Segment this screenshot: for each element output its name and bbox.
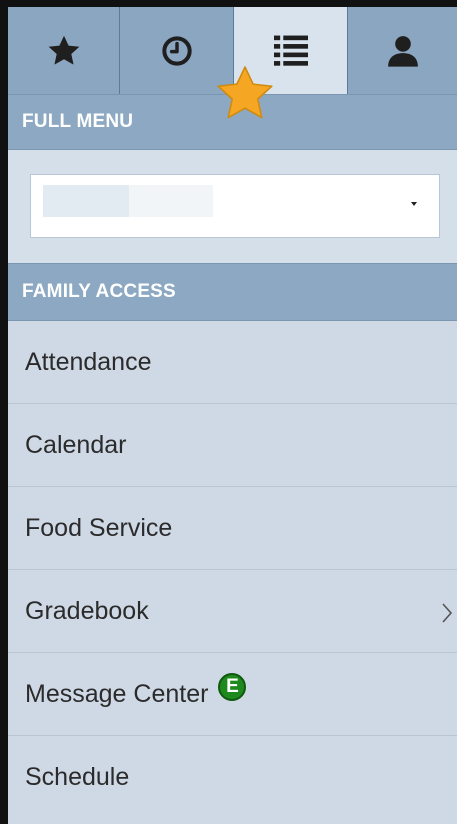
family-access-header-label: FAMILY ACCESS xyxy=(22,281,176,302)
star-icon xyxy=(48,35,79,65)
menu-item-food-service[interactable]: Food Service xyxy=(8,487,457,570)
full-menu-header-label: FULL MENU xyxy=(22,111,134,132)
tab-favorites[interactable] xyxy=(8,7,120,94)
notification-badge: E xyxy=(218,673,247,701)
menu-item-label: Calendar xyxy=(25,430,127,459)
navigation-panel: FULL MENU FAMILY ACCESS Attendance Calen… xyxy=(0,0,457,824)
student-select-area xyxy=(8,150,457,263)
menu-item-schedule[interactable]: Schedule xyxy=(8,736,457,819)
window-edge-top xyxy=(0,0,457,7)
menu-item-label: Gradebook xyxy=(25,596,149,625)
family-access-header: FAMILY ACCESS xyxy=(8,263,457,321)
menu-item-label: Food Service xyxy=(25,513,173,542)
user-icon xyxy=(387,35,418,67)
menu-item-label: Message Center xyxy=(25,679,209,708)
tab-account[interactable] xyxy=(348,7,457,94)
chevron-right-icon xyxy=(442,603,453,623)
clock-icon xyxy=(161,35,192,66)
menu-item-attendance[interactable]: Attendance xyxy=(8,321,457,404)
menu-item-label: Schedule xyxy=(25,763,130,791)
student-select[interactable] xyxy=(30,174,440,238)
favorite-star-icon xyxy=(217,66,273,119)
student-select-value xyxy=(43,185,213,217)
family-access-menu: Attendance Calendar Food Service Gradebo… xyxy=(8,321,457,819)
caret-down-icon xyxy=(411,202,417,206)
menu-item-label: Attendance xyxy=(25,347,152,376)
menu-item-message-center[interactable]: Message Center E xyxy=(8,653,457,736)
menu-item-calendar[interactable]: Calendar xyxy=(8,404,457,487)
list-icon xyxy=(273,35,308,66)
menu-item-gradebook[interactable]: Gradebook xyxy=(8,570,457,653)
window-edge xyxy=(0,0,8,824)
